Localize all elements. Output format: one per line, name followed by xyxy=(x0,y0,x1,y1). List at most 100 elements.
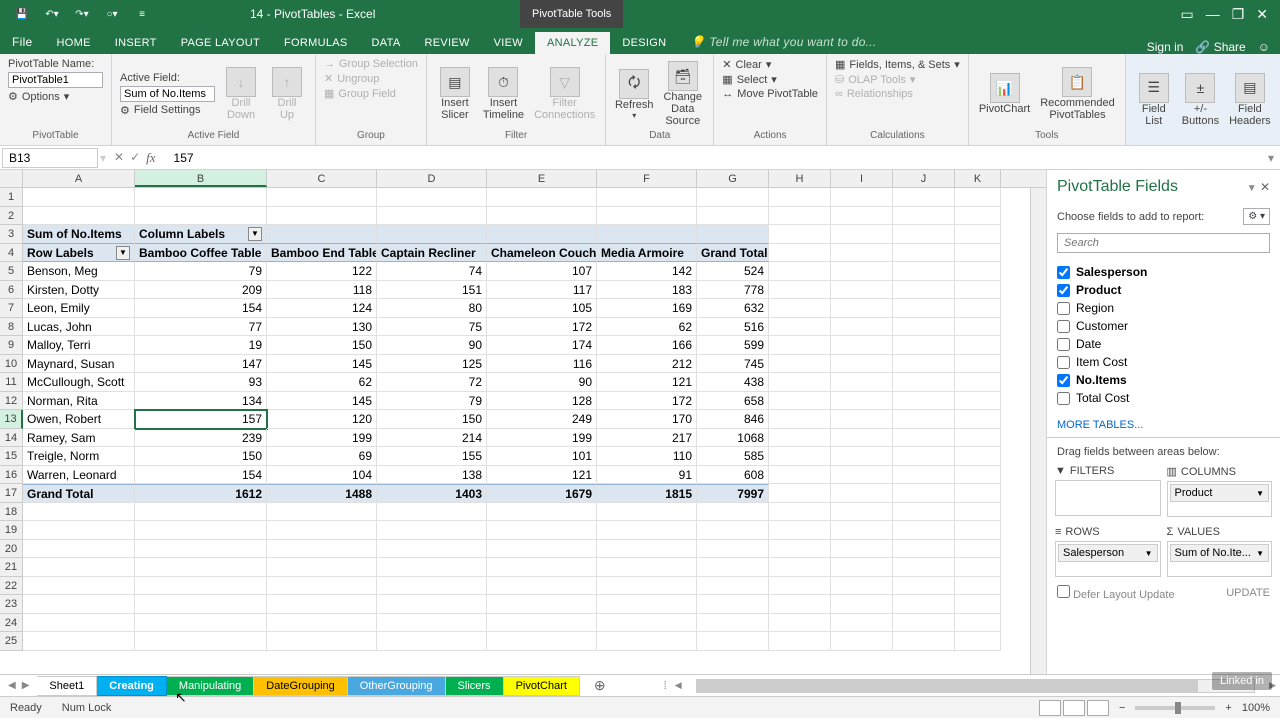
zoom-slider[interactable] xyxy=(1135,706,1215,710)
smiley-icon[interactable]: ☺ xyxy=(1258,40,1270,54)
col-header-B[interactable]: B xyxy=(135,170,267,187)
change-data-source-button[interactable]: 🗃Change Data Source xyxy=(660,59,705,129)
col-header-I[interactable]: I xyxy=(831,170,893,187)
drill-up-button[interactable]: ↑Drill Up xyxy=(267,65,307,123)
filter-connections-button[interactable]: ▽Filter Connections xyxy=(532,65,597,123)
tab-review[interactable]: Review xyxy=(412,32,481,54)
tab-pagelayout[interactable]: Page Layout xyxy=(169,32,272,54)
row-header-7[interactable]: 7 xyxy=(0,299,23,318)
qat-customize-icon[interactable]: ≡ xyxy=(128,2,156,26)
sign-in[interactable]: Sign in xyxy=(1147,40,1184,54)
worksheet-grid[interactable]: ABCDEFGHIJK 1234567891011121314151617181… xyxy=(0,170,1046,674)
row-header-3[interactable]: 3 xyxy=(0,225,23,244)
touch-mode-icon[interactable]: ○▾ xyxy=(98,2,126,26)
group-field-button[interactable]: ▦ Group Field xyxy=(324,87,418,100)
row-header-17[interactable]: 17 xyxy=(0,484,23,503)
row-header-6[interactable]: 6 xyxy=(0,281,23,300)
options-button[interactable]: ⚙ Options ▾ xyxy=(8,90,103,103)
rows-area[interactable]: Salesperson▼ xyxy=(1055,541,1161,577)
ungroup-button[interactable]: ✕ Ungroup xyxy=(324,72,418,85)
view-normal-button[interactable] xyxy=(1039,700,1061,716)
col-header-F[interactable]: F xyxy=(597,170,697,187)
row-header-19[interactable]: 19 xyxy=(0,521,23,540)
tab-home[interactable]: Home xyxy=(45,32,103,54)
refresh-button[interactable]: 🗘Refresh▾ xyxy=(614,67,654,122)
row-header-18[interactable]: 18 xyxy=(0,503,23,522)
columns-tag-product[interactable]: Product▼ xyxy=(1170,484,1270,502)
olap-tools-button[interactable]: ⛁ OLAP Tools ▾ xyxy=(835,73,960,86)
group-selection-button[interactable]: → Group Selection xyxy=(324,58,418,70)
row-header-16[interactable]: 16 xyxy=(0,466,23,485)
drill-down-button[interactable]: ↓Drill Down xyxy=(221,65,261,123)
col-header-A[interactable]: A xyxy=(23,170,135,187)
tab-insert[interactable]: Insert xyxy=(103,32,169,54)
enter-icon[interactable]: ✓ xyxy=(130,150,140,166)
row-header-10[interactable]: 10 xyxy=(0,355,23,374)
close-pane-icon[interactable]: ✕ xyxy=(1260,180,1270,194)
row-header-12[interactable]: 12 xyxy=(0,392,23,411)
field-settings-button[interactable]: ⚙ Field Settings xyxy=(120,104,215,117)
tell-me[interactable]: 💡 Tell me what you want to do... xyxy=(678,30,888,54)
name-box[interactable] xyxy=(2,148,98,168)
col-header-K[interactable]: K xyxy=(955,170,1001,187)
col-header-G[interactable]: G xyxy=(697,170,769,187)
row-header-20[interactable]: 20 xyxy=(0,540,23,559)
row-header-23[interactable]: 23 xyxy=(0,595,23,614)
row-header-13[interactable]: 13 xyxy=(0,410,23,429)
defer-update-checkbox[interactable]: Defer Layout Update xyxy=(1057,585,1175,601)
field-total-cost[interactable]: Total Cost xyxy=(1057,389,1270,407)
redo-icon[interactable]: ↷▾ xyxy=(68,2,96,26)
tab-analyze[interactable]: Analyze xyxy=(535,32,610,54)
close-icon[interactable]: ✕ xyxy=(1256,6,1268,23)
recommended-pivottables-button[interactable]: 📋Recommended PivotTables xyxy=(1038,65,1117,123)
fx-icon[interactable]: fx xyxy=(146,150,159,166)
field-region[interactable]: Region xyxy=(1057,299,1270,317)
pivottable-name-input[interactable] xyxy=(8,72,103,88)
col-header-H[interactable]: H xyxy=(769,170,831,187)
sheet-tab-pivotchart[interactable]: PivotChart xyxy=(504,676,580,696)
select-all-corner[interactable] xyxy=(0,170,23,187)
field-product[interactable]: Product xyxy=(1057,281,1270,299)
field-item-cost[interactable]: Item Cost xyxy=(1057,353,1270,371)
sheet-tab-slicers[interactable]: Slicers xyxy=(446,676,504,696)
insert-timeline-button[interactable]: ⏱Insert Timeline xyxy=(481,65,526,123)
row-header-14[interactable]: 14 xyxy=(0,429,23,448)
active-field-input[interactable] xyxy=(120,86,215,102)
maximize-icon[interactable]: ❐ xyxy=(1232,6,1245,23)
tab-data[interactable]: Data xyxy=(360,32,413,54)
field-list-button[interactable]: ☰Field List xyxy=(1134,71,1174,129)
relationships-button[interactable]: ∞ Relationships xyxy=(835,88,960,100)
horizontal-scrollbar[interactable]: ◀ ▶ xyxy=(671,679,1280,693)
sheet-tab-manipulating[interactable]: Manipulating xyxy=(167,676,254,696)
row-header-5[interactable]: 5 xyxy=(0,262,23,281)
field-date[interactable]: Date xyxy=(1057,335,1270,353)
row-header-21[interactable]: 21 xyxy=(0,558,23,577)
tab-file[interactable]: File xyxy=(0,30,45,54)
values-area[interactable]: Sum of No.Ite...▼ xyxy=(1167,541,1273,577)
save-icon[interactable]: 💾 xyxy=(8,2,36,26)
field-customer[interactable]: Customer xyxy=(1057,317,1270,335)
view-pagebreak-button[interactable] xyxy=(1087,700,1109,716)
clear-button[interactable]: ✕ Clear ▾ xyxy=(722,58,818,71)
row-header-22[interactable]: 22 xyxy=(0,577,23,596)
update-button[interactable]: UPDATE xyxy=(1226,587,1270,599)
tab-design[interactable]: Design xyxy=(610,32,678,54)
values-tag-sum[interactable]: Sum of No.Ite...▼ xyxy=(1170,544,1270,562)
filters-area[interactable] xyxy=(1055,480,1161,516)
buttons-toggle[interactable]: ±+/- Buttons xyxy=(1180,71,1221,129)
field-headers-button[interactable]: ▤Field Headers xyxy=(1227,71,1273,129)
view-pagelayout-button[interactable] xyxy=(1063,700,1085,716)
row-header-24[interactable]: 24 xyxy=(0,614,23,633)
row-header-8[interactable]: 8 xyxy=(0,318,23,337)
insert-slicer-button[interactable]: ▤Insert Slicer xyxy=(435,65,475,123)
field-no-items[interactable]: No.Items xyxy=(1057,371,1270,389)
sheet-tab-creating[interactable]: Creating xyxy=(97,676,167,696)
sheet-tab-othergrouping[interactable]: OtherGrouping xyxy=(348,676,446,696)
row-header-1[interactable]: 1 xyxy=(0,188,23,207)
gear-icon[interactable]: ⚙ ▾ xyxy=(1243,208,1270,225)
col-header-C[interactable]: C xyxy=(267,170,377,187)
zoom-out-icon[interactable]: − xyxy=(1119,702,1125,714)
row-header-2[interactable]: 2 xyxy=(0,207,23,226)
sheet-nav-prev-icon[interactable]: ◀ xyxy=(8,680,16,691)
vertical-scrollbar[interactable] xyxy=(1030,188,1046,674)
